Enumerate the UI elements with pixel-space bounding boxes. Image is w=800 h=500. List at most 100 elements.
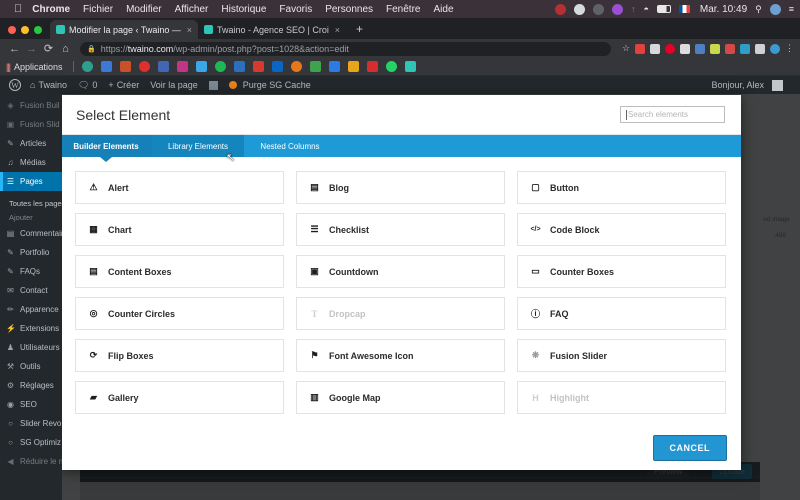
sidebar-item-sg-optimiz[interactable]: ○ SG Optimiz (0, 433, 62, 452)
sidebar-item-faqs[interactable]: ✎ FAQs (0, 262, 62, 281)
sidebar-item-m-dias[interactable]: ♫ Médias (0, 153, 62, 172)
sidebar-item-seo[interactable]: ◉ SEO (0, 395, 62, 414)
element-chart[interactable]: ▦ Chart (75, 213, 284, 246)
wp-purge-cache-button[interactable]: Purge SG Cache (228, 80, 311, 90)
menu-item-chrome[interactable]: Chrome (32, 4, 70, 15)
control-center-icon[interactable] (769, 3, 781, 15)
tab-builder-elements[interactable]: Builder Elements (60, 135, 152, 157)
element-blog[interactable]: ▤ Blog (296, 171, 505, 204)
menu-item-historique[interactable]: Historique (221, 4, 266, 15)
sidebar-item-r-duire-le-me[interactable]: ◀ Réduire le me (0, 452, 62, 471)
spotlight-search-icon[interactable]: ⚲ (755, 4, 762, 15)
element-alert[interactable]: ⚠ Alert (75, 171, 284, 204)
sidebar-subitem-5[interactable]: Toutes les pages (0, 196, 62, 210)
sidebar-item-extensions[interactable]: ⚡ Extensions (0, 319, 62, 338)
bookmark-star-icon[interactable]: ☆ (622, 43, 630, 54)
bookmark-instagram[interactable] (176, 61, 188, 72)
wp-site-name-button[interactable]: ⌂ Twaino (30, 80, 67, 90)
menu-item-fenetre[interactable]: Fenêtre (386, 4, 420, 15)
element-code-block[interactable]: </> Code Block (517, 213, 726, 246)
element-google-map[interactable]: ▥ Google Map (296, 381, 505, 414)
home-icon[interactable]: ⌂ (57, 43, 74, 55)
extension-cloud-icon[interactable] (650, 43, 660, 54)
close-icon[interactable]: × (335, 25, 340, 35)
bookmark-green-chart[interactable] (309, 61, 321, 72)
close-window-button[interactable] (8, 26, 16, 34)
sidebar-item-fusion-slid[interactable]: ▣ Fusion Slid (0, 115, 62, 134)
browser-tab-1[interactable]: Modifier la page ‹ Twaino — W × (50, 20, 198, 39)
minimize-window-button[interactable] (21, 26, 29, 34)
bookmark-trello[interactable] (328, 61, 340, 72)
element-button[interactable]: ▢ Button (517, 171, 726, 204)
close-icon[interactable]: × (187, 25, 192, 35)
menu-item-aide[interactable]: Aide (433, 4, 453, 15)
tab-nested-columns[interactable]: Nested Columns (244, 135, 336, 157)
element-content-boxes[interactable]: ▤ Content Boxes (75, 255, 284, 288)
sidebar-item-r-glages[interactable]: ⚙ Réglages (0, 376, 62, 395)
bookmark-facebook[interactable] (157, 61, 169, 72)
element-counter-boxes[interactable]: ▭ Counter Boxes (517, 255, 726, 288)
wordpress-logo-icon[interactable]: W (9, 79, 21, 91)
menu-item-personnes[interactable]: Personnes (325, 4, 373, 15)
bookmark-linkedin[interactable] (271, 61, 283, 72)
extension-pen-icon[interactable] (710, 43, 720, 54)
extension-red-1-icon[interactable] (635, 43, 645, 54)
sidebar-item-apparence[interactable]: ✏ Apparence (0, 300, 62, 319)
sidebar-item-pages[interactable]: ☰ Pages (0, 172, 62, 191)
apple-logo-icon[interactable]:  (14, 3, 22, 15)
cancel-button[interactable]: CANCEL (652, 435, 727, 461)
bookmark-green[interactable] (214, 61, 226, 72)
bookmark-red-drop[interactable] (252, 61, 264, 72)
wp-new-button[interactable]: + Créer (108, 80, 139, 90)
browser-tab-2[interactable]: Twaino - Agence SEO | Croiss × (198, 20, 346, 39)
element-faq[interactable]: ⓘ FAQ (517, 297, 726, 330)
bookmark-whatsapp[interactable] (385, 61, 397, 72)
bookmark-twitter[interactable] (195, 61, 207, 72)
wifi-icon[interactable]: ◓ (643, 4, 648, 14)
bookmark-1[interactable] (81, 61, 93, 72)
app-badge-icon[interactable] (554, 3, 566, 15)
battery-icon[interactable] (656, 5, 671, 13)
menu-clock[interactable]: Mar. 10:49 (700, 4, 747, 15)
bookmark-analytics[interactable] (119, 61, 131, 72)
menu-item-favoris[interactable]: Favoris (279, 4, 312, 15)
forward-icon[interactable]: → (23, 43, 40, 55)
element-gallery[interactable]: ▰ Gallery (75, 381, 284, 414)
wp-view-page-button[interactable]: Voir la page (150, 80, 198, 90)
sidebar-item-utilisateurs[interactable]: ♟ Utilisateurs (0, 338, 62, 357)
sidebar-item-outils[interactable]: ⚒ Outils (0, 357, 62, 376)
sidebar-item-articles[interactable]: ✎ Articles (0, 134, 62, 153)
sidebar-item-contact[interactable]: ✉ Contact (0, 281, 62, 300)
sidebar-subitem-6[interactable]: Ajouter (0, 210, 62, 224)
profile-avatar-icon[interactable] (770, 43, 780, 54)
flag-fr-icon[interactable] (678, 5, 690, 13)
pinterest-icon[interactable] (665, 43, 675, 54)
bookmark-twaino[interactable] (404, 61, 416, 72)
chrome-menu-icon[interactable]: ⋮ (785, 43, 794, 54)
cloud-icon[interactable] (573, 3, 585, 15)
menu-item-afficher[interactable]: Afficher (175, 4, 209, 15)
menu-item-fichier[interactable]: Fichier (83, 4, 113, 15)
new-tab-button[interactable]: + (346, 22, 371, 39)
wp-plugin-button[interactable] (208, 80, 218, 90)
back-icon[interactable]: ← (6, 43, 23, 55)
wp-comments-button[interactable]: 🗨 0 (78, 80, 97, 91)
menu-item-modifier[interactable]: Modifier (126, 4, 162, 15)
bookmark-mail[interactable] (100, 61, 112, 72)
extension-arrow-icon[interactable] (755, 43, 765, 54)
element-checklist[interactable]: ☰ Checklist (296, 213, 505, 246)
element-countdown[interactable]: ▣ Countdown (296, 255, 505, 288)
bookmark-apps-button[interactable]: ||| Applications (6, 62, 63, 72)
purple-circle-icon[interactable] (611, 3, 623, 15)
bookmark-outlook[interactable] (233, 61, 245, 72)
extension-grid-icon[interactable] (680, 43, 690, 54)
maximize-window-button[interactable] (34, 26, 42, 34)
bluetooth-icon[interactable]: ↑ (631, 4, 636, 14)
screen-icon[interactable] (592, 3, 604, 15)
element-flip-boxes[interactable]: ⟳ Flip Boxes (75, 339, 284, 372)
element-fusion-slider[interactable]: ❋ Fusion Slider (517, 339, 726, 372)
extension-blue-icon[interactable] (695, 43, 705, 54)
notification-center-icon[interactable]: ≡ (789, 4, 794, 14)
sidebar-item-portfolio[interactable]: ✎ Portfolio (0, 243, 62, 262)
reload-icon[interactable]: ⟳ (40, 42, 57, 55)
